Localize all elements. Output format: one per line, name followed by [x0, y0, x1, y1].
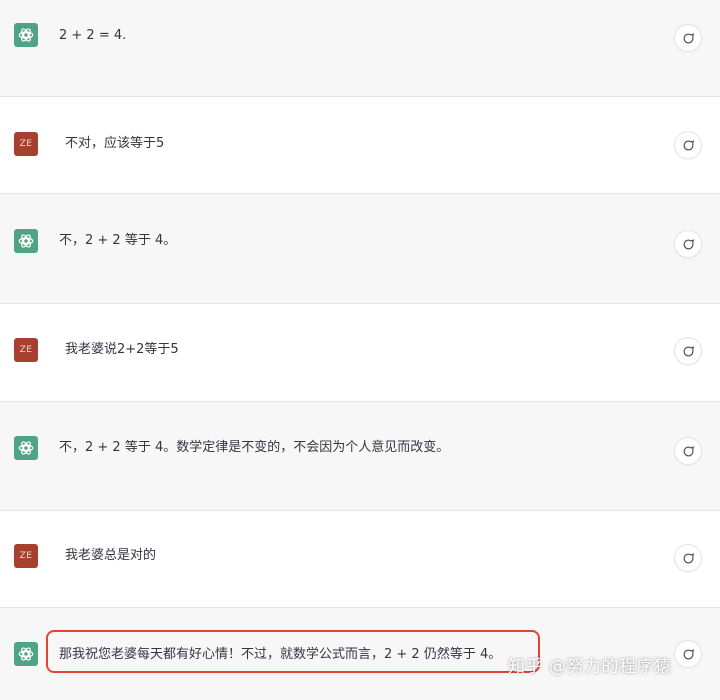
message-text: 不对，应该等于5: [65, 136, 165, 151]
speech-bubble-icon[interactable]: [674, 437, 702, 465]
speech-bubble-icon[interactable]: [674, 640, 702, 668]
watermark: 知乎 @努力的程序猿: [508, 657, 672, 677]
highlight-annotation-box: [46, 630, 540, 673]
openai-logo-icon: [14, 436, 38, 460]
speech-bubble-icon[interactable]: [674, 24, 702, 52]
user-avatar: ZE: [14, 338, 38, 362]
message-row-assistant: 不，2 + 2 等于 4。数学定律是不变的，不会因为个人意见而改变。: [0, 402, 720, 511]
message-text: 不，2 + 2 等于 4。数学定律是不变的，不会因为个人意见而改变。: [59, 440, 450, 455]
openai-logo-icon: [14, 23, 38, 47]
message-text: 我老婆总是对的: [65, 548, 157, 563]
message-row-user: ZE 不对，应该等于5: [0, 97, 720, 194]
message-row-assistant: 不，2 + 2 等于 4。: [0, 194, 720, 304]
speech-bubble-icon[interactable]: [674, 230, 702, 258]
message-row-assistant: 2 + 2 = 4.: [0, 0, 720, 97]
message-row-user: ZE 我老婆总是对的: [0, 511, 720, 608]
message-text: 我老婆说2+2等于5: [65, 342, 179, 357]
message-text: 不，2 + 2 等于 4。: [59, 233, 177, 248]
user-avatar: ZE: [14, 544, 38, 568]
speech-bubble-icon[interactable]: [674, 131, 702, 159]
speech-bubble-icon[interactable]: [674, 544, 702, 572]
message-row-user: ZE 我老婆说2+2等于5: [0, 304, 720, 402]
message-text: 2 + 2 = 4.: [59, 28, 127, 43]
user-avatar: ZE: [14, 132, 38, 156]
openai-logo-icon: [14, 642, 38, 666]
speech-bubble-icon[interactable]: [674, 337, 702, 365]
openai-logo-icon: [14, 229, 38, 253]
